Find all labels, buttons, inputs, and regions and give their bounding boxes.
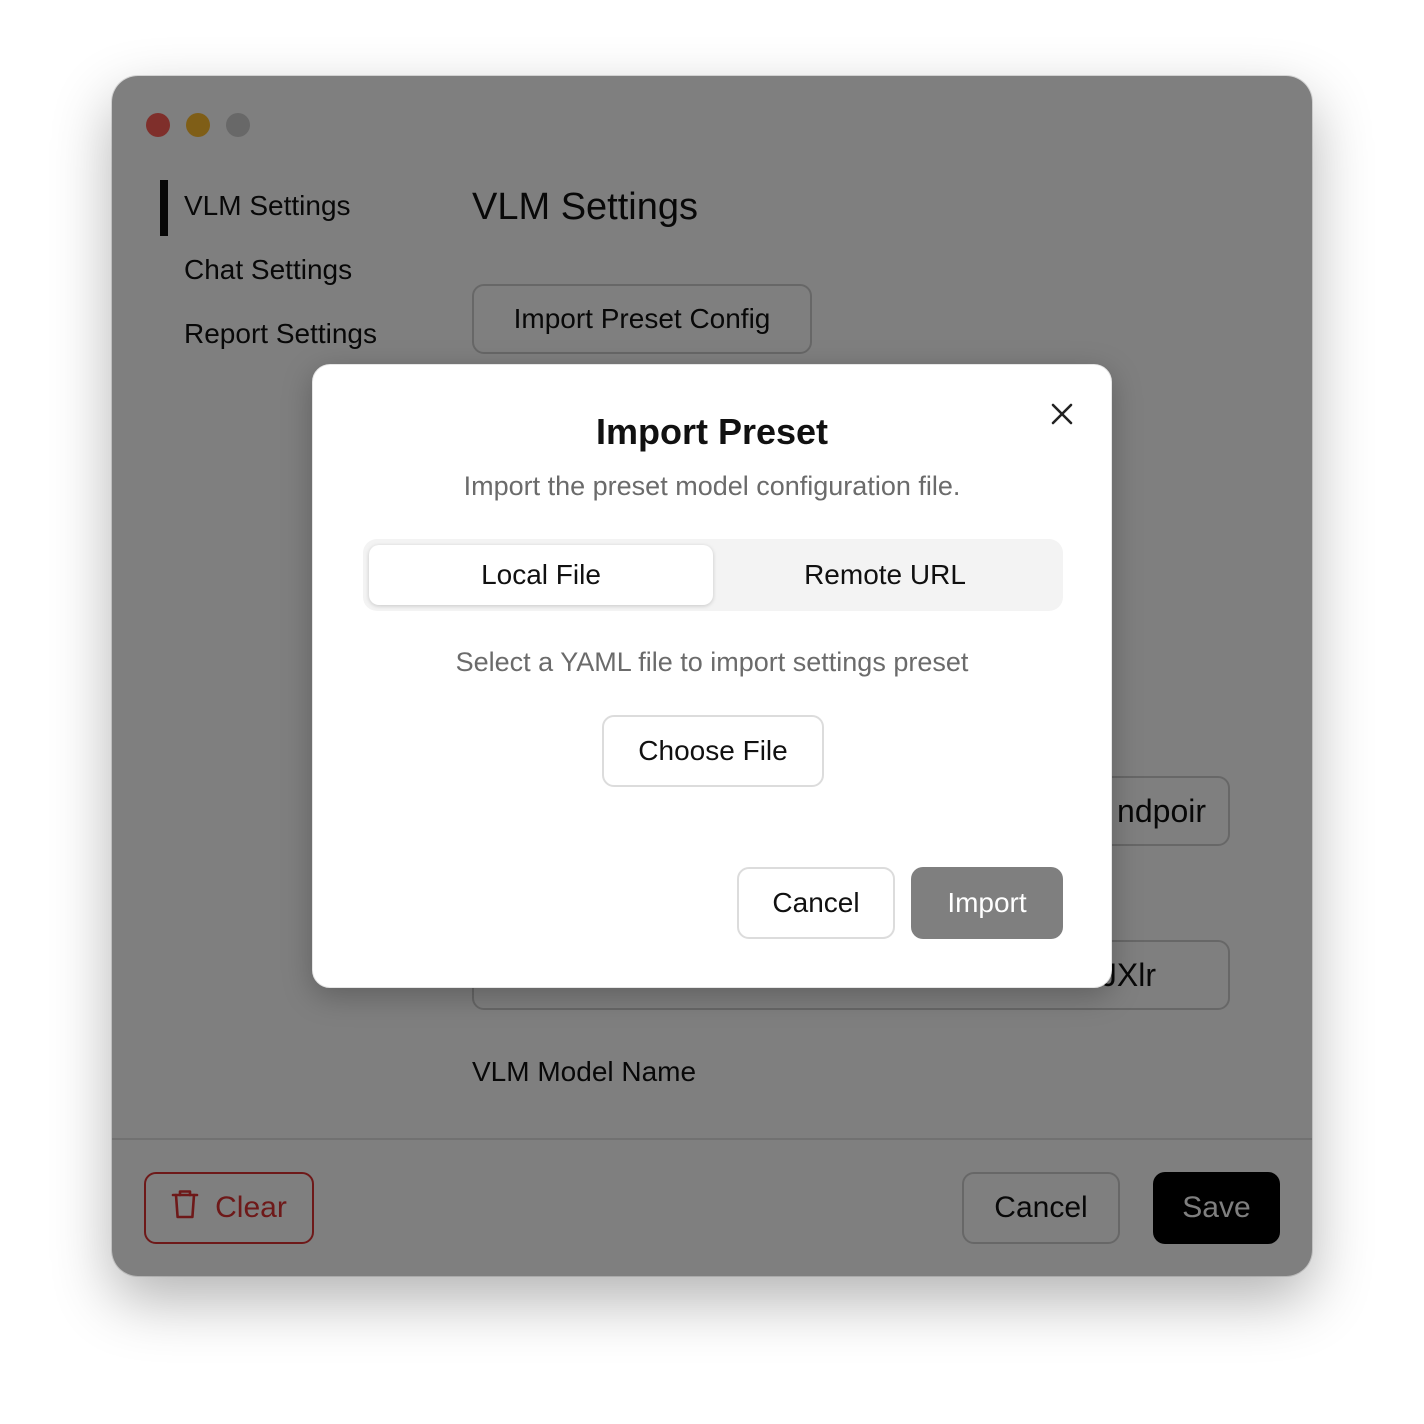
dialog-title: Import Preset (595, 411, 829, 452)
tab-remote-url[interactable]: Remote URL (713, 545, 1057, 605)
dialog-import-button[interactable]: Import (911, 867, 1063, 939)
file-select-hint: Select a YAML file to import settings pr… (455, 647, 969, 677)
dialog-subtitle: Import the preset model configuration fi… (463, 471, 961, 501)
choose-file-button[interactable]: Choose File (602, 715, 824, 787)
tab-local-file[interactable]: Local File (369, 545, 713, 605)
dialog-cancel-button[interactable]: Cancel (737, 867, 895, 939)
source-tabs: Local File Remote URL (363, 539, 1063, 611)
import-preset-dialog: Import Preset Import the preset model co… (312, 364, 1112, 988)
